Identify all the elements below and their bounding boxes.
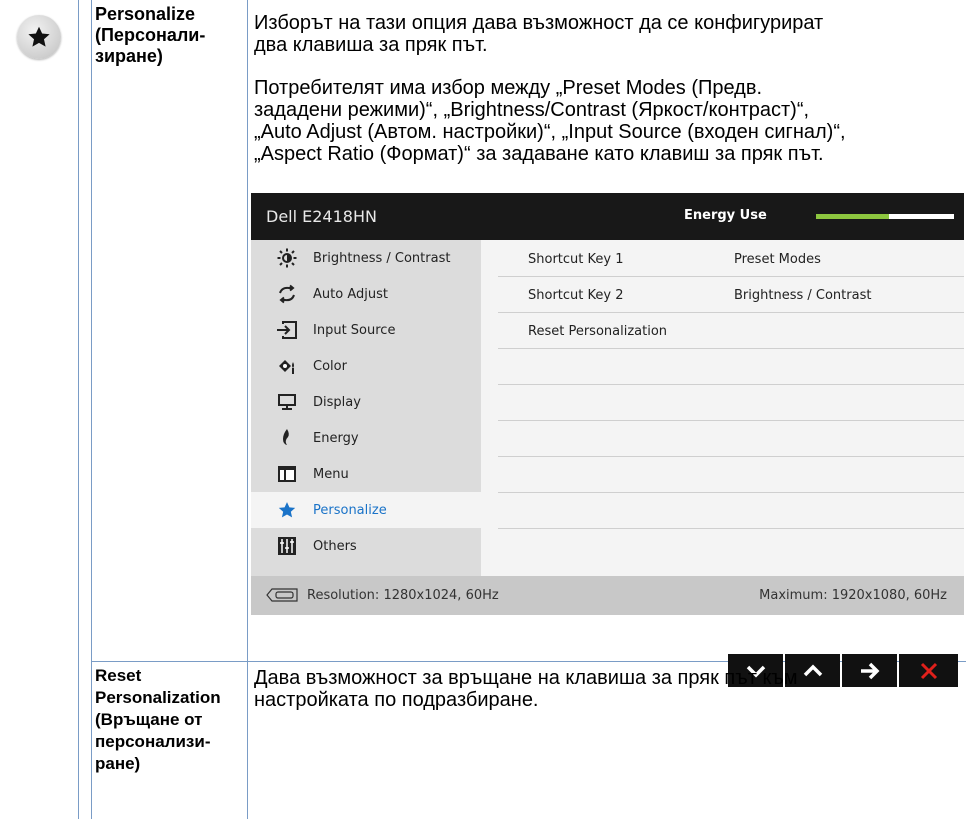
label-line: (Персонали- (95, 25, 206, 45)
menu-item-label: Brightness / Contrast (313, 250, 451, 266)
label-line: ране) (95, 754, 141, 773)
up-icon (803, 664, 822, 676)
menu-item-display[interactable]: Display (251, 384, 481, 420)
desc-line: зададени режими)“, „Brightness/Contrast … (254, 99, 810, 121)
label-line: (Връщане от (95, 710, 203, 729)
auto-adjust-icon (273, 284, 301, 304)
label-line: Personalization (95, 688, 221, 707)
menu-item-label: Color (313, 358, 347, 374)
close-icon (920, 662, 937, 679)
menu-item-input-source[interactable]: Input Source (251, 312, 481, 348)
right-arrow-icon (860, 662, 879, 679)
shortcut-key-1-value[interactable]: Preset Modes (734, 252, 821, 267)
desc-line: два клавиша за пряк път. (254, 34, 488, 56)
maximum-resolution-text: Maximum: 1920x1080, 60Hz (759, 588, 947, 603)
energy-icon (273, 428, 301, 448)
label-line: зиране) (95, 46, 163, 66)
resolution-text: Resolution: 1280x1024, 60Hz (307, 588, 499, 603)
menu-item-label: Menu (313, 466, 349, 482)
osd-footer: Resolution: 1280x1024, 60Hz Maximum: 192… (251, 576, 964, 615)
label-line: Personalize (95, 4, 196, 24)
personalize-options-description: Потребителят има избор между „Preset Mod… (254, 77, 846, 165)
desc-line: „Auto Adjust (Автом. настройки)“, „Input… (254, 121, 846, 143)
row-divider (498, 276, 964, 277)
menu-item-label: Display (313, 394, 361, 410)
osd-window: Dell E2418HN Energy Use Brightness / Con… (251, 193, 964, 615)
label-line: Reset (95, 666, 142, 685)
personalize-label: Personalize (Персонали- зиране) (95, 4, 205, 67)
menu-icon (273, 464, 301, 484)
menu-item-others[interactable]: Others (251, 528, 481, 564)
energy-use-fill (816, 214, 890, 219)
menu-item-menu[interactable]: Menu (251, 456, 481, 492)
brightness-icon (273, 248, 301, 268)
menu-item-personalize[interactable]: Personalize (251, 492, 481, 528)
menu-item-label: Input Source (313, 322, 396, 338)
shortcut-key-1-label[interactable]: Shortcut Key 1 (528, 252, 623, 267)
label-line: персонализи- (95, 732, 211, 751)
desc-line: настройката по подразбиране. (254, 689, 539, 711)
row-divider (498, 456, 964, 457)
menu-item-label: Auto Adjust (313, 286, 388, 302)
desc-line: Потребителят има избор между „Preset Mod… (254, 77, 763, 99)
table-border-label-left (91, 0, 92, 819)
others-icon (273, 536, 301, 556)
color-icon (273, 356, 301, 376)
menu-item-label: Energy (313, 430, 359, 446)
row-divider (498, 492, 964, 493)
row-divider (498, 312, 964, 313)
osd-title: Dell E2418HN (266, 207, 377, 226)
energy-use-bar (816, 214, 954, 219)
table-border-desc-left (247, 0, 248, 819)
display-icon (273, 392, 301, 412)
star-icon (273, 500, 301, 520)
table-border-left (78, 0, 79, 819)
row-divider (498, 528, 964, 529)
desc-line: Изборът на тази опция дава възможност да… (254, 12, 824, 34)
menu-item-brightness-contrast[interactable]: Brightness / Contrast (251, 240, 481, 276)
menu-item-label: Personalize (313, 502, 387, 518)
desc-line: Дава възможност за връщане на клавиша за… (254, 667, 798, 689)
reset-personalization-item[interactable]: Reset Personalization (528, 324, 667, 339)
enter-button[interactable] (842, 654, 897, 687)
osd-menu: Brightness / Contrast Auto Adjust Input … (251, 240, 481, 576)
row-divider (498, 384, 964, 385)
row-divider (498, 348, 964, 349)
menu-item-auto-adjust[interactable]: Auto Adjust (251, 276, 481, 312)
desc-line: „Aspect Ratio (Формат)“ за задаване като… (254, 143, 824, 165)
osd-settings-panel: Shortcut Key 1 Preset Modes Shortcut Key… (481, 240, 964, 576)
reset-personalization-description: Дава възможност за връщане на клавиша за… (254, 667, 797, 711)
shortcut-key-2-value[interactable]: Brightness / Contrast (734, 288, 871, 303)
resolution-icon (266, 588, 298, 602)
exit-button[interactable] (899, 654, 958, 687)
menu-item-energy[interactable]: Energy (251, 420, 481, 456)
shortcut-key-2-label[interactable]: Shortcut Key 2 (528, 288, 623, 303)
energy-use-label: Energy Use (684, 208, 767, 223)
menu-item-color[interactable]: Color (251, 348, 481, 384)
row-divider (498, 420, 964, 421)
osd-header: Dell E2418HN Energy Use (251, 193, 964, 240)
star-icon (17, 15, 61, 59)
menu-item-label: Others (313, 538, 357, 554)
personalize-description: Изборът на тази опция дава възможност да… (254, 12, 823, 56)
input-source-icon (273, 320, 301, 340)
reset-personalization-label: Reset Personalization (Връщане от персон… (95, 665, 221, 775)
